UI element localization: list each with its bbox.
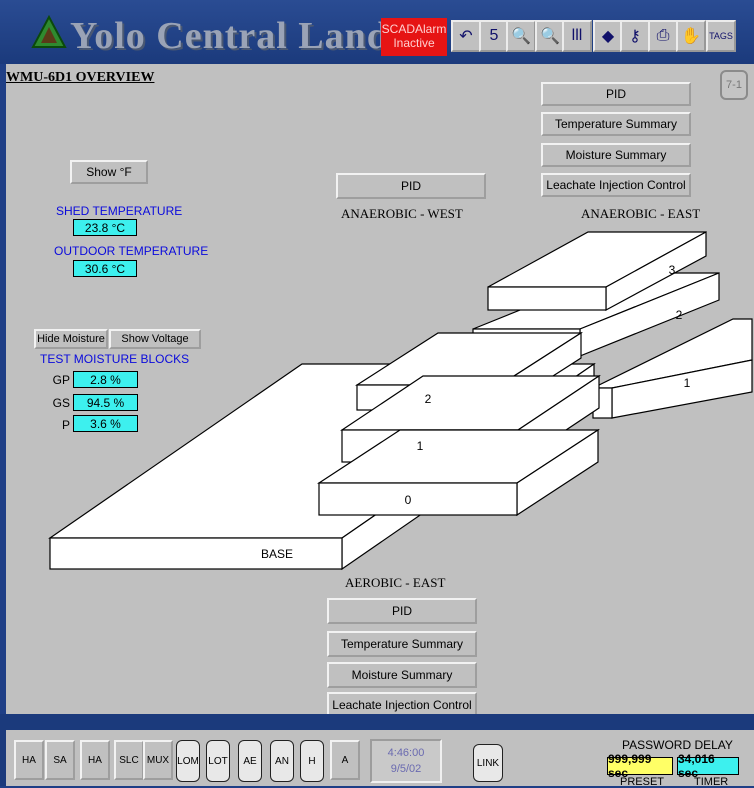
an-button[interactable]: AN	[270, 740, 294, 782]
east-layer-3-label: 3	[669, 263, 676, 277]
aerobic-moisture-summary-button[interactable]: Moisture Summary	[327, 662, 477, 688]
east-layer-1-label: 1	[684, 376, 691, 390]
slc-button[interactable]: SLC	[114, 740, 144, 780]
clock-date: 9/5/02	[390, 763, 422, 775]
sa-alarm-button[interactable]: SA	[45, 740, 75, 780]
west-layer-2-label: 2	[425, 392, 432, 406]
password-delay-label: PASSWORD DELAY	[622, 738, 733, 752]
aerobic-pid-button[interactable]: PID	[327, 598, 477, 624]
ae-button[interactable]: AE	[238, 740, 262, 782]
aerobic-temperature-summary-button[interactable]: Temperature Summary	[327, 631, 477, 657]
ha-alarm-button[interactable]: HA	[14, 740, 44, 780]
preset-value: 999,999 sec	[607, 752, 673, 780]
link-button[interactable]: LINK	[473, 744, 503, 782]
a-button[interactable]: A	[330, 740, 360, 780]
timer-value: 34,016 sec	[677, 752, 739, 780]
west-layer-1-label: 1	[417, 439, 424, 453]
lot-button[interactable]: LOT	[206, 740, 230, 782]
east-layer-2-label: 2	[676, 308, 683, 322]
clock-time: 4:46:00	[387, 747, 425, 759]
timer-label: TIMER	[694, 776, 729, 788]
preset-label: PRESET	[620, 776, 665, 788]
h-button[interactable]: H	[300, 740, 324, 782]
aerobic-east-label: AEROBIC - EAST	[345, 575, 446, 590]
base-label: BASE	[261, 547, 293, 561]
ha2-alarm-button[interactable]: HA	[80, 740, 110, 780]
mux-button[interactable]: MUX	[143, 740, 173, 780]
west-layer-0-label: 0	[405, 493, 412, 507]
clock-display: 4:46:00 9/5/02	[370, 739, 442, 783]
lom-button[interactable]: LOM	[176, 740, 200, 782]
